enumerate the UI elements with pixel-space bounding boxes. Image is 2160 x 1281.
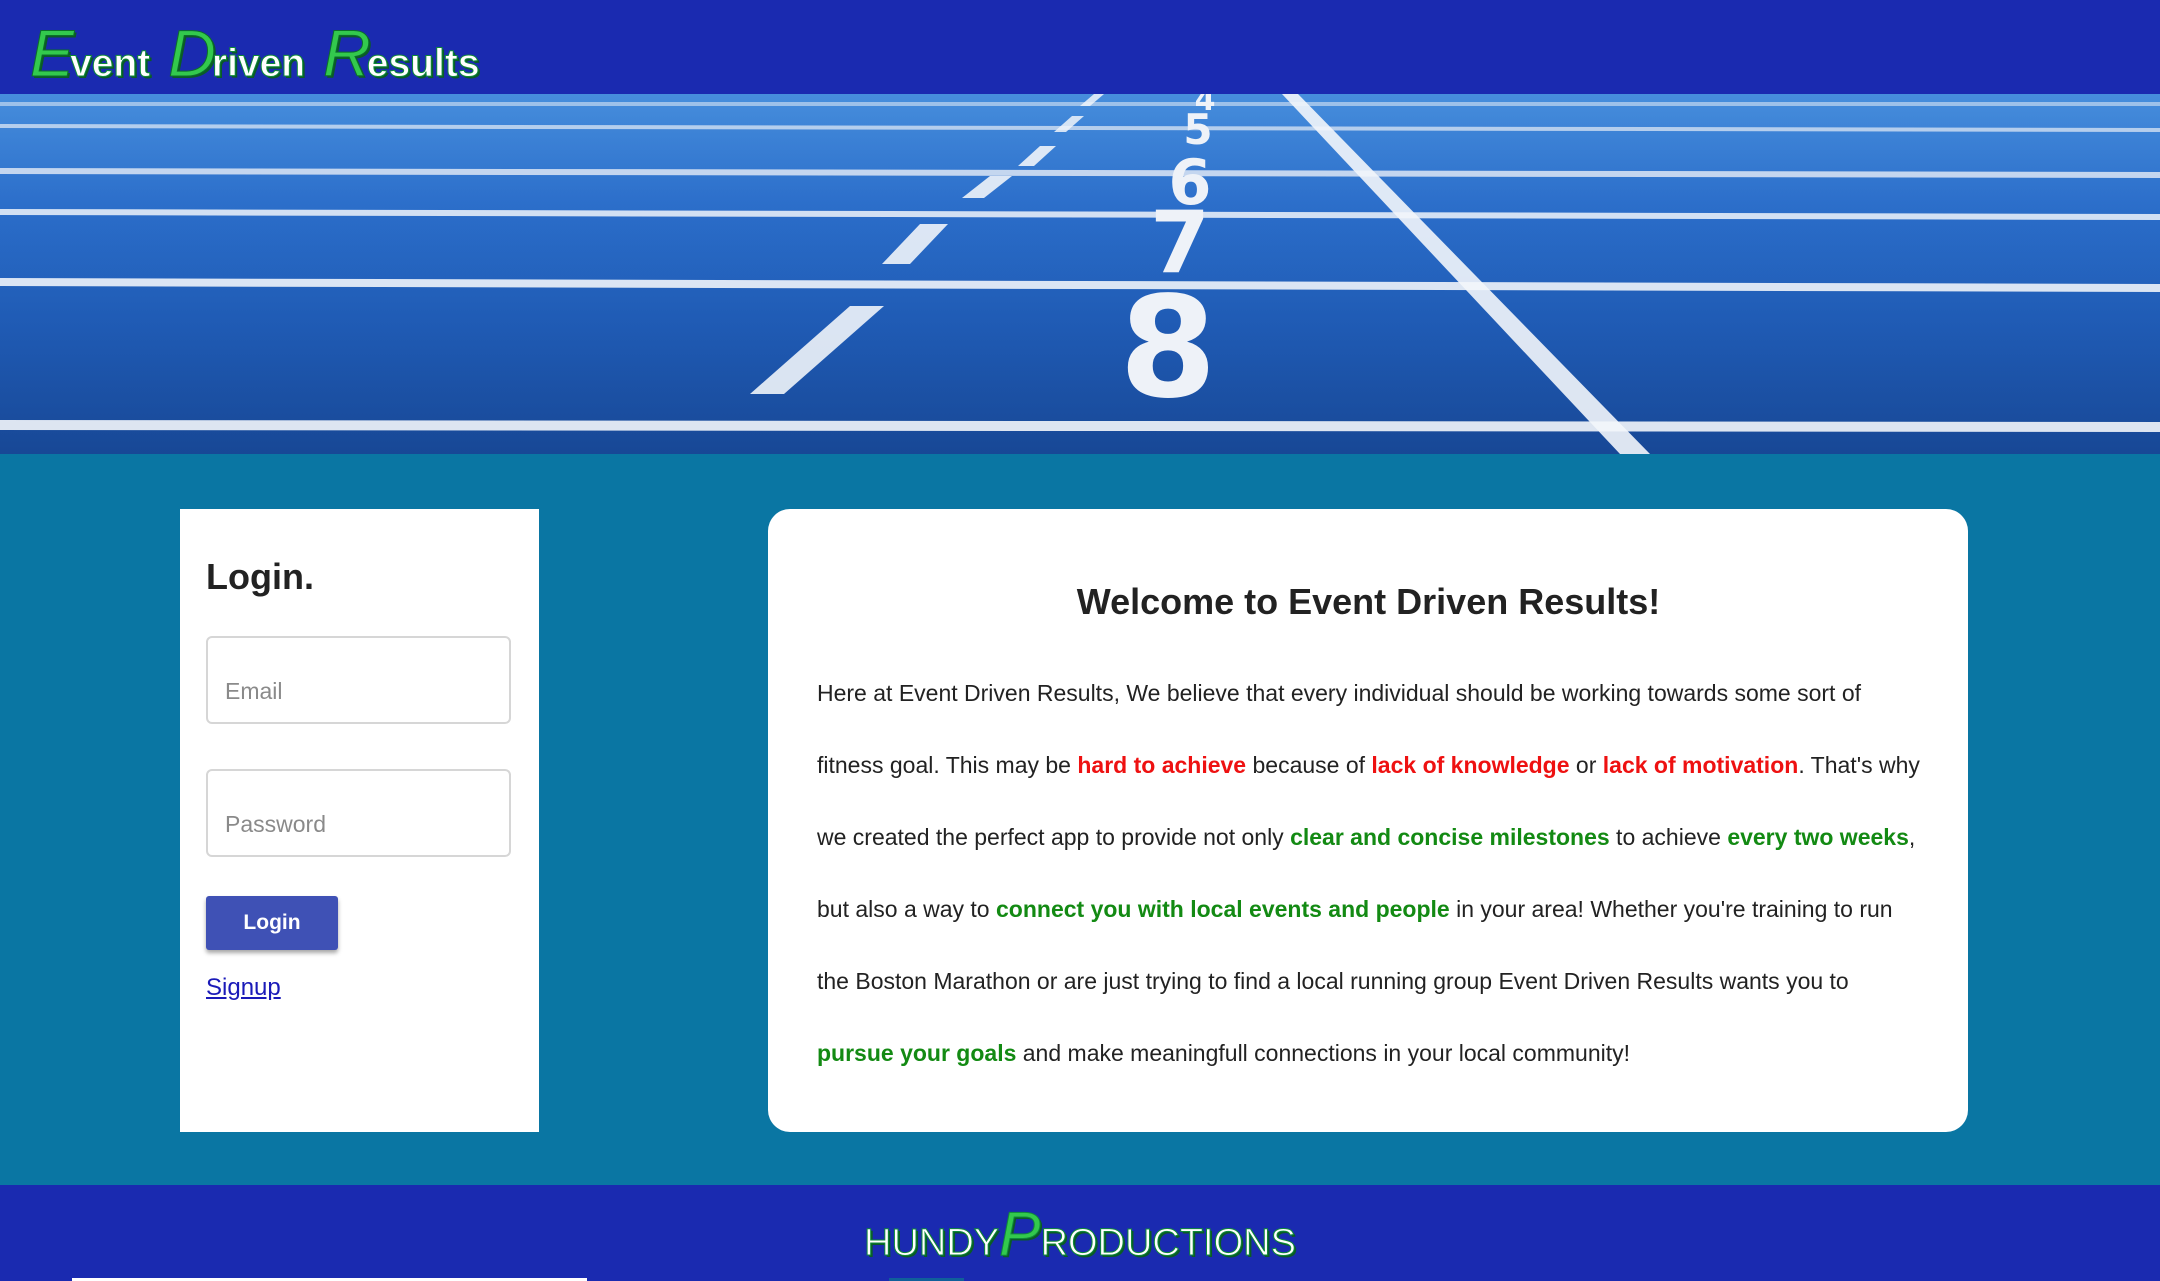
logo-cap: R [323,16,372,90]
footer-brand-part: HUNDY [864,1222,1000,1265]
highlight-red-text: lack of knowledge [1371,752,1570,778]
welcome-title: Welcome to Event Driven Results! [1076,581,1661,622]
lane-line [0,102,2160,106]
site-header: E vent D riven R esults [0,0,2160,94]
logo-cap: D [168,16,217,90]
welcome-card: Welcome to Event Driven Results! Here at… [768,509,1968,1132]
footer-brand-cap: P [999,1200,1041,1269]
email-field[interactable] [206,636,511,724]
logo-cap: E [29,16,75,90]
highlight-green-text: every two weeks [1727,824,1909,850]
login-button[interactable]: Login [206,896,338,950]
lane-line [0,420,2160,432]
site-logo[interactable]: E vent D riven R esults [29,6,498,90]
welcome-text: because of [1246,752,1372,778]
highlight-green-text: clear and concise milestones [1290,824,1610,850]
logo-word-event: E vent [29,16,151,90]
highlight-red-text: hard to achieve [1077,752,1247,778]
highlight-red-text: lack of motivation [1602,752,1799,778]
welcome-body: Here at Event Driven Results, We believe… [817,657,1920,1089]
highlight-green-text: pursue your goals [817,1040,1017,1066]
login-title: Login. [206,556,314,597]
signup-link[interactable]: Signup [206,974,281,1002]
logo-rest: vent [70,42,151,86]
logo-word-driven: D riven [168,16,306,90]
site-footer: HUNDYPRODUCTIONS [0,1185,2160,1281]
logo-rest: riven [211,42,306,86]
logo-rest: esults [366,42,480,86]
hero-track-image: 4 5 6 7 8 [0,94,2160,454]
track-illustration: 4 5 6 7 8 [0,94,2160,454]
welcome-text: or [1569,752,1603,778]
password-field[interactable] [206,769,511,857]
welcome-text: to achieve [1609,824,1728,850]
footer-brand: HUNDYPRODUCTIONS [0,1203,2160,1273]
welcome-text: and make meaningfull connections in your… [1016,1040,1631,1066]
highlight-green-text: connect you with local events and people [996,896,1450,922]
footer-brand-part: RODUCTIONS [1040,1222,1296,1265]
logo-word-results: R esults [323,16,480,90]
lane-number: 8 [1119,267,1216,430]
